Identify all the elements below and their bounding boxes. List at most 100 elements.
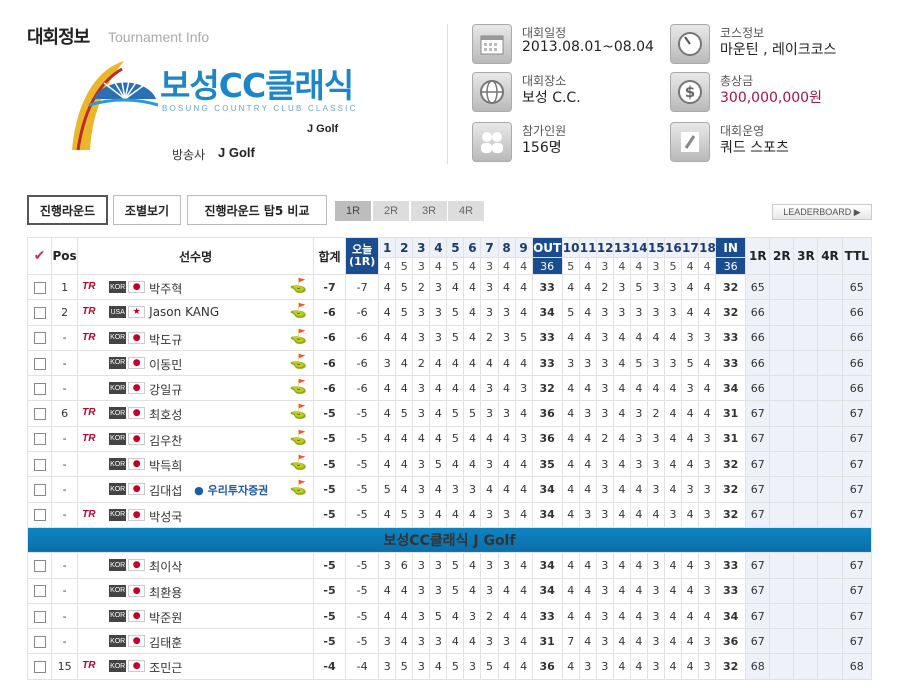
hole-score: 4 — [378, 577, 397, 604]
player-name[interactable]: 박성국 — [149, 508, 182, 525]
hole-header: 8 — [497, 237, 516, 258]
hole-score: 3 — [646, 273, 666, 301]
row-ttl: 67 — [841, 451, 873, 478]
checkbox[interactable] — [33, 332, 46, 345]
hole-score: 3 — [463, 653, 482, 680]
checkbox[interactable] — [33, 281, 46, 294]
row-checkbox[interactable] — [26, 451, 53, 478]
player-name[interactable]: 강일규 — [149, 381, 182, 398]
row-r2 — [769, 602, 795, 630]
golf-club-icon[interactable]: ⛳ — [290, 480, 307, 496]
player-name[interactable]: Jason KANG — [149, 305, 219, 319]
player-name[interactable]: 최호성 — [149, 406, 182, 423]
hole-score: 4 — [497, 349, 516, 377]
row-pos: - — [51, 628, 79, 655]
checkbox[interactable] — [33, 408, 46, 421]
golf-club-icon[interactable]: ⛳ — [290, 430, 307, 446]
player-name[interactable]: 최이삭 — [149, 558, 182, 575]
hole-score: 3 — [378, 628, 397, 655]
row-pos: 1 — [51, 273, 79, 301]
checkbox[interactable] — [33, 306, 46, 319]
golf-club-icon[interactable]: ⛳ — [290, 404, 307, 420]
country-code: KOR — [109, 483, 127, 496]
select-all-header[interactable]: ✔ — [26, 237, 53, 275]
player-name[interactable]: 이동민 — [149, 356, 182, 373]
hole-score: 4 — [412, 425, 431, 453]
golf-club-icon[interactable]: ⛳ — [290, 303, 307, 319]
checkbox[interactable] — [33, 585, 46, 598]
row-checkbox[interactable] — [26, 400, 53, 427]
hole-score: 3 — [629, 425, 648, 453]
hole-score: 3 — [412, 552, 431, 579]
page-subtitle: Tournament Info — [108, 29, 210, 45]
round-button-1r[interactable]: 1R — [335, 201, 371, 221]
checkbox[interactable] — [33, 509, 46, 522]
row-checkbox[interactable] — [26, 476, 53, 503]
player-name[interactable]: 김우찬 — [149, 432, 182, 449]
row-checkbox[interactable] — [26, 628, 53, 655]
row-checkbox[interactable] — [26, 375, 53, 402]
row-checkbox[interactable] — [26, 299, 53, 326]
checkbox[interactable] — [33, 382, 46, 395]
hole-score: 4 — [378, 299, 397, 326]
row-checkbox[interactable] — [26, 273, 53, 301]
hole-score: 4 — [698, 273, 717, 301]
checkbox[interactable] — [33, 357, 46, 370]
table-row: - TR KOR ● 박성국 -5 -5 4 5 3 4 4 4 3 3 4 34 4 3 3 4 4 4 3 4 3 32 67 67 — [26, 501, 873, 528]
checkbox[interactable] — [33, 559, 46, 572]
player-name[interactable]: 박도규 — [149, 331, 182, 348]
player-name[interactable]: 박득희 — [149, 457, 182, 474]
player-name[interactable]: 김태훈 — [149, 634, 182, 651]
row-checkbox[interactable] — [26, 577, 53, 604]
hole-score: 4 — [429, 425, 448, 453]
round-button-2r[interactable]: 2R — [373, 201, 409, 221]
golf-club-icon[interactable]: ⛳ — [290, 329, 307, 345]
row-in: 32 — [715, 451, 747, 478]
leaderboard-button[interactable]: LEADERBOARD ▶ — [772, 204, 872, 220]
hole-score: 4 — [578, 425, 597, 453]
row-checkbox[interactable] — [26, 602, 53, 630]
checkbox[interactable] — [33, 610, 46, 623]
golf-club-icon[interactable]: ⛳ — [290, 354, 307, 370]
hole-score: 4 — [378, 375, 397, 402]
row-checkbox[interactable] — [26, 425, 53, 453]
flag-icon: ● — [128, 508, 146, 521]
hole-score: 4 — [578, 375, 597, 402]
info-players: 참가인원 156명 — [472, 122, 672, 166]
row-r2 — [769, 476, 795, 503]
hole-score: 4 — [629, 602, 648, 630]
tab-top5-compare[interactable]: 진행라운드 탑5 비교 — [187, 195, 327, 225]
tab-current-round[interactable]: 진행라운드 — [27, 195, 108, 225]
col-ttl: TTL — [841, 237, 873, 275]
row-r1: 67 — [745, 628, 771, 655]
golf-club-icon[interactable]: ⛳ — [290, 455, 307, 471]
checkbox[interactable] — [33, 635, 46, 648]
row-r3 — [793, 577, 819, 604]
tab-group-view[interactable]: 조별보기 — [113, 195, 181, 225]
player-name[interactable]: 최환용 — [149, 584, 182, 601]
player-name[interactable]: 박준원 — [149, 609, 182, 626]
row-checkbox[interactable] — [26, 552, 53, 579]
hole-score: 4 — [514, 501, 533, 528]
round-button-4r[interactable]: 4R — [448, 201, 484, 221]
row-checkbox[interactable] — [26, 324, 53, 351]
checkbox[interactable] — [33, 484, 46, 497]
golf-club-icon[interactable]: ⛳ — [290, 379, 307, 395]
country-code: KOR — [109, 407, 127, 420]
row-checkbox[interactable] — [26, 501, 53, 528]
row-today: -5 — [345, 628, 380, 655]
checkbox[interactable] — [33, 661, 46, 674]
golf-club-icon[interactable]: ⛳ — [290, 278, 307, 294]
checkbox[interactable] — [33, 433, 46, 446]
row-pos: - — [51, 602, 79, 630]
hole-score: 4 — [378, 324, 397, 351]
checkbox[interactable] — [33, 458, 46, 471]
player-name[interactable]: 박주혁 — [149, 280, 182, 297]
hole-score: 4 — [578, 476, 597, 503]
player-name[interactable]: 김대섭 — [149, 482, 182, 499]
row-checkbox[interactable] — [26, 349, 53, 377]
par-cell: 4 — [514, 257, 533, 275]
round-button-3r[interactable]: 3R — [411, 201, 447, 221]
player-name[interactable]: 조민근 — [149, 659, 182, 676]
row-checkbox[interactable] — [26, 653, 53, 680]
